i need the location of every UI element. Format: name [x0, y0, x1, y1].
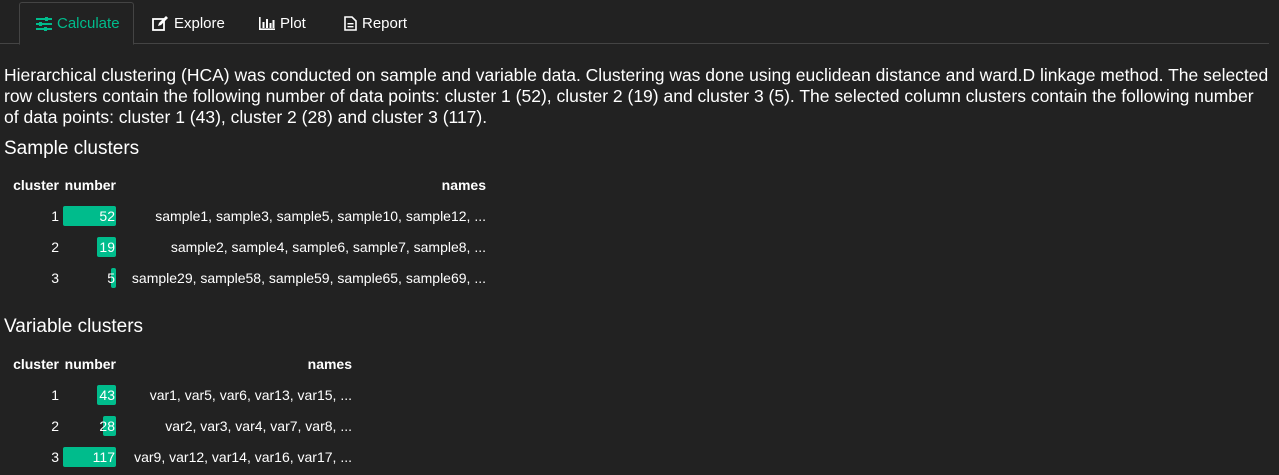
number-cell: 52 — [63, 200, 116, 231]
sliders-icon — [36, 16, 52, 31]
column-header-names[interactable]: names — [116, 170, 490, 200]
variable-clusters-heading: Variable clusters — [4, 316, 144, 337]
names-cell: var9, var12, var14, var16, var17, ... — [134, 448, 352, 465]
names-cell: sample29, sample58, sample59, sample65, … — [131, 269, 486, 286]
edit-icon — [152, 15, 169, 31]
number-cell: 28 — [63, 410, 116, 441]
number-value: 28 — [99, 417, 115, 434]
number-bar-wrap: 28 — [63, 415, 116, 436]
number-cell: 117 — [63, 441, 116, 472]
tab-label: Plot — [280, 14, 306, 32]
table-row: 2 28 var2, var3, var4, var7, var8, ... — [5, 410, 356, 441]
table-header-row: cluster number names — [5, 349, 356, 379]
column-header-number[interactable]: number — [63, 170, 116, 200]
names-cell: sample2, sample4, sample6, sample7, samp… — [170, 238, 486, 255]
number-bar-wrap: 43 — [63, 384, 116, 405]
column-header-cluster[interactable]: cluster — [5, 170, 63, 200]
bar-chart-icon — [259, 16, 275, 30]
number-value: 117 — [92, 448, 115, 465]
column-header-number[interactable]: number — [63, 349, 116, 379]
names-cell: var2, var3, var4, var7, var8, ... — [165, 417, 352, 434]
number-value: 19 — [99, 238, 115, 255]
table-row: 3 117 var9, var12, var14, var16, var17, ..… — [5, 441, 356, 472]
variable-clusters-table: cluster number names 1 43 var1, var5, var6… — [5, 349, 356, 472]
column-header-names[interactable]: names — [116, 349, 356, 379]
number-value: 43 — [99, 386, 115, 403]
tab-plot[interactable]: Plot — [259, 2, 306, 44]
cluster-cell: 1 — [51, 386, 59, 403]
sample-clusters-table: cluster number names 1 52 sample1, sample3… — [5, 170, 490, 293]
cluster-cell: 1 — [51, 207, 59, 224]
number-bar-wrap: 52 — [63, 205, 116, 226]
tab-report[interactable]: Report — [344, 2, 407, 44]
tab-label: Calculate — [57, 15, 120, 32]
file-icon — [344, 15, 357, 31]
tab-bar: Calculate Explore Plot Report — [0, 0, 1269, 45]
names-cell: sample1, sample3, sample5, sample10, sam… — [155, 207, 486, 224]
cluster-cell: 3 — [51, 448, 59, 465]
sample-clusters-heading: Sample clusters — [4, 138, 140, 159]
table-row: 3 5 sample29, sample58, sample59, sample65… — [5, 262, 490, 293]
number-value: 5 — [107, 269, 115, 286]
number-bar-wrap: 19 — [63, 236, 116, 257]
cluster-cell: 3 — [51, 269, 59, 286]
number-cell: 5 — [63, 262, 116, 293]
number-bar-wrap: 5 — [63, 267, 116, 288]
table-row: 1 43 var1, var5, var6, var13, var15, ... — [5, 379, 356, 410]
number-cell: 43 — [63, 379, 116, 410]
tab-label: Report — [362, 14, 408, 32]
column-header-cluster[interactable]: cluster — [5, 349, 63, 379]
tab-label: Explore — [174, 14, 225, 32]
number-bar-wrap: 117 — [63, 446, 116, 467]
table-header-row: cluster number names — [5, 170, 490, 200]
summary-text: Hierarchical clustering (HCA) was conduc… — [4, 65, 1269, 127]
cluster-cell: 2 — [51, 238, 59, 255]
table-row: 1 52 sample1, sample3, sample5, sample10, … — [5, 200, 490, 231]
cluster-cell: 2 — [51, 417, 59, 434]
tab-explore[interactable]: Explore — [152, 2, 225, 44]
table-row: 2 19 sample2, sample4, sample6, sample7, s… — [5, 231, 490, 262]
number-value: 52 — [99, 207, 115, 224]
number-cell: 19 — [63, 231, 116, 262]
names-cell: var1, var5, var6, var13, var15, ... — [149, 386, 352, 403]
tab-calculate[interactable]: Calculate — [19, 2, 134, 45]
